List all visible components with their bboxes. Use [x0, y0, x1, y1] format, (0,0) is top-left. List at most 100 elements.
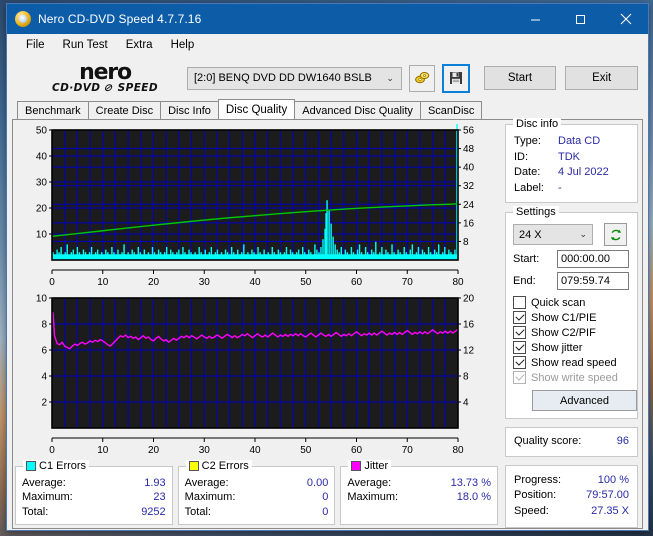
table-row: Total: 0: [179, 505, 335, 520]
end-input[interactable]: 079:59.74: [557, 272, 629, 290]
menu-extra[interactable]: Extra: [117, 37, 162, 53]
tab-create-disc[interactable]: Create Disc: [87, 101, 162, 119]
svg-text:50: 50: [36, 126, 48, 137]
logo-subtitle-left: CD·DVD: [51, 81, 101, 94]
svg-text:40: 40: [249, 445, 261, 456]
svg-text:48: 48: [463, 144, 475, 155]
svg-text:16: 16: [463, 218, 475, 229]
svg-text:20: 20: [463, 294, 475, 305]
svg-text:20: 20: [148, 445, 160, 456]
start-button[interactable]: Start: [483, 66, 557, 90]
disc-date-label: Date:: [514, 166, 541, 178]
menu-file[interactable]: File: [17, 37, 54, 53]
checkbox-label: Quick scan: [531, 296, 586, 309]
svg-text:8: 8: [463, 237, 469, 248]
checkbox-show-read-speed[interactable]: Show read speed: [506, 354, 637, 369]
jitter-stats: Jitter Average: 13.73 % Maximum: 18.0 %: [340, 459, 499, 525]
disc-type-label: Type:: [514, 135, 541, 147]
jitter-average-value: 13.73 %: [450, 476, 492, 489]
start-input[interactable]: 000:00.00: [557, 250, 629, 268]
checkbox-label: Show C2/PIF: [531, 326, 596, 339]
checkbox-show-c2-pif[interactable]: Show C2/PIF: [506, 324, 637, 339]
progress-label: Progress:: [514, 473, 562, 486]
speed-select[interactable]: 24 X ⌄: [513, 224, 593, 245]
position-value: 79:57.00: [586, 489, 629, 501]
table-row: Average: 1.93: [16, 476, 172, 491]
tab-disc-quality[interactable]: Disc Quality: [217, 99, 296, 119]
svg-text:8: 8: [463, 372, 469, 383]
checkbox-box: [513, 371, 526, 384]
disc-date-row: Date: 4 Jul 2022: [506, 165, 637, 181]
close-button[interactable]: [603, 4, 648, 34]
table-row: Total: 9252: [16, 505, 172, 520]
svg-text:80: 80: [452, 277, 464, 288]
tab-benchmark[interactable]: Benchmark: [17, 101, 89, 119]
menu-run-test[interactable]: Run Test: [54, 37, 117, 53]
svg-text:70: 70: [402, 445, 414, 456]
speed-select-value: 24 X: [519, 228, 542, 241]
app-window: Nero CD-DVD Speed 4.7.7.16 File Run Test…: [6, 3, 649, 531]
svg-text:60: 60: [351, 277, 363, 288]
stats-row: C1 Errors Average: 1.93 Maximum: 23 Tota…: [15, 459, 499, 525]
menu-help[interactable]: Help: [162, 37, 204, 53]
tab-disc-info[interactable]: Disc Info: [160, 101, 219, 119]
svg-text:30: 30: [36, 178, 48, 189]
svg-text:16: 16: [463, 320, 475, 331]
logo-subtitle-right: SPEED: [117, 81, 158, 94]
speed-value: 27.35 X: [591, 504, 629, 517]
disc-type-row: Type: Data CD: [506, 134, 637, 150]
disc-type-value: Data CD: [558, 135, 601, 147]
checkbox-show-jitter[interactable]: Show jitter: [506, 339, 637, 354]
jitter-maximum-label: Maximum:: [347, 491, 399, 503]
checkbox-show-c1-pie[interactable]: Show C1/PIE: [506, 309, 637, 324]
end-field-row: End: 079:59.74: [506, 268, 637, 290]
eject-disc-icon: [414, 72, 430, 84]
drive-select-label: [2:0] BENQ DVD DD DW1640 BSLB: [194, 72, 372, 84]
speed-label: Speed:: [514, 504, 549, 517]
jitter-average-label: Average:: [347, 476, 392, 489]
svg-text:20: 20: [36, 204, 48, 215]
nero-disc-icon: [15, 11, 31, 27]
advanced-button[interactable]: Advanced: [532, 390, 637, 411]
svg-text:10: 10: [97, 445, 109, 456]
save-button[interactable]: [441, 63, 470, 93]
jitter-chart-svg: 2 4 6 8 10 4 8 12 16 20 0 10 20 30 40 50 60 70 80: [36, 294, 475, 457]
chevron-down-icon: ⌄: [386, 72, 394, 83]
svg-text:50: 50: [300, 277, 312, 288]
checkbox-label: Show jitter: [531, 341, 583, 354]
checkbox-box: [513, 356, 526, 369]
refresh-button[interactable]: [604, 223, 627, 246]
tab-scandisc[interactable]: ScanDisc: [419, 101, 483, 119]
side-panel: Disc info Type: Data CD ID: TDK Date: 4 …: [502, 118, 643, 528]
exit-button[interactable]: Exit: [565, 66, 638, 90]
start-field-label: Start:: [513, 253, 540, 265]
tab-strip: Benchmark Create Disc Disc Info Disc Qua…: [7, 99, 648, 119]
svg-text:4: 4: [41, 372, 47, 383]
eject-disc-button[interactable]: [408, 64, 435, 92]
c2-maximum-value: 0: [322, 491, 329, 503]
progress-row: Progress: 100 %: [514, 473, 629, 489]
jitter-color-swatch: [351, 460, 362, 471]
checkbox-label: Show C1/PIE: [531, 311, 597, 324]
svg-text:30: 30: [199, 277, 211, 288]
table-row: Maximum: 0: [179, 490, 335, 505]
svg-text:8: 8: [41, 320, 47, 331]
checkbox-quick-scan[interactable]: Quick scan: [506, 294, 637, 309]
table-row: Maximum: 18.0 %: [341, 490, 497, 505]
maximize-button[interactable]: [558, 4, 603, 34]
svg-text:80: 80: [452, 445, 464, 456]
minimize-button[interactable]: [513, 4, 558, 34]
c2-total-label: Total:: [184, 505, 211, 518]
table-row: Maximum: 23: [16, 490, 172, 505]
progress-panel: Progress: 100 % Position: 79:57.00 Speed…: [505, 464, 638, 528]
drive-select[interactable]: [2:0] BENQ DVD DD DW1640 BSLB ⌄: [187, 66, 402, 90]
c2-color-swatch: [188, 460, 199, 471]
quality-score-panel: Quality score: 96: [505, 427, 638, 457]
svg-text:30: 30: [199, 445, 211, 456]
tab-advanced-disc-quality[interactable]: Advanced Disc Quality: [294, 101, 421, 119]
nero-logo: nero CD·DVD ⊘ SPEED: [17, 61, 181, 94]
checkbox-label: Show read speed: [531, 356, 617, 369]
c2-errors-stats: C2 Errors Average: 0.00 Maximum: 0 Total…: [177, 459, 336, 525]
svg-text:56: 56: [463, 126, 475, 137]
tab-content-disc-quality: 10 20 30 40 50 8 16 24 32 40 48 56 0 10 20 30 40 50 60 70 80…: [12, 118, 643, 529]
